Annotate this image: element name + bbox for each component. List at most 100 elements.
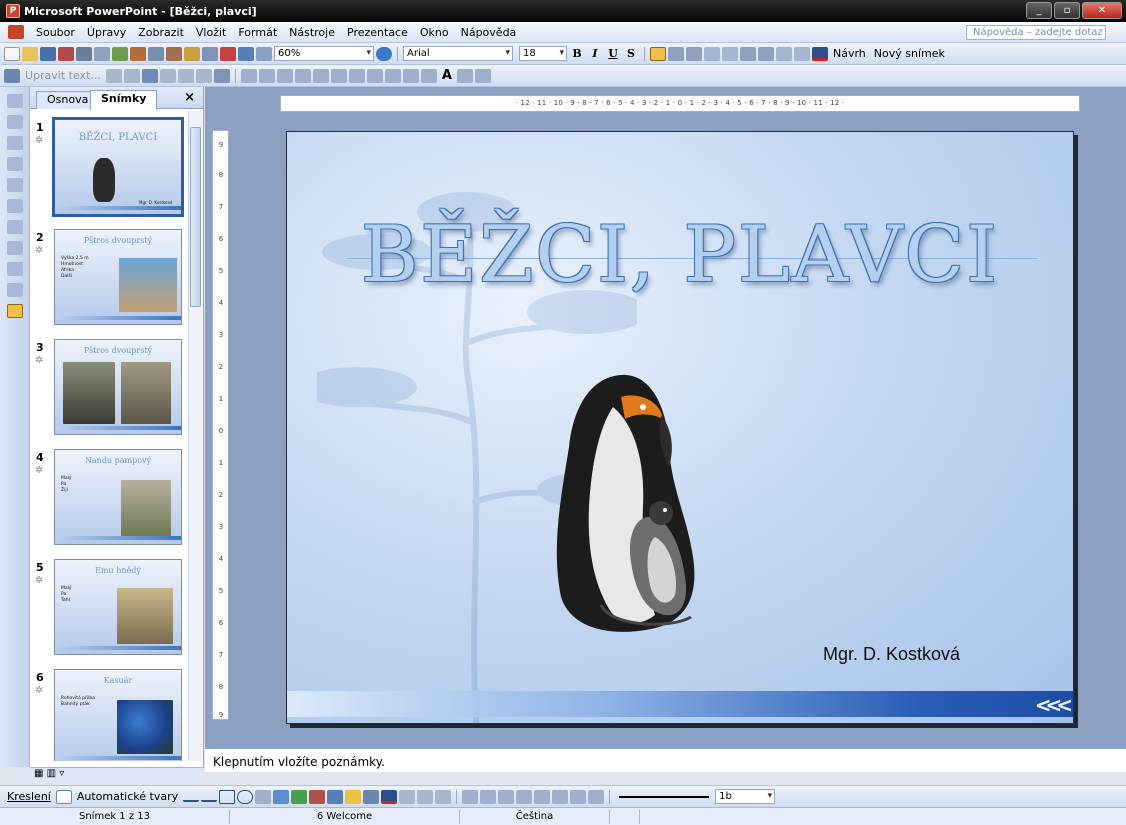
- select-objects-icon[interactable]: [55, 789, 72, 804]
- button-control-icon[interactable]: [312, 68, 329, 83]
- show-formatting-icon[interactable]: [6, 304, 23, 318]
- edit-text-button[interactable]: Upravit text...: [22, 69, 104, 82]
- menu-upravy[interactable]: Úpravy: [81, 26, 132, 39]
- spacing-icon[interactable]: [177, 68, 194, 83]
- rotate-icon[interactable]: [534, 789, 551, 804]
- slide-thumb-5[interactable]: 5 ✲ Emu hnědý Malý Pa Tahl: [30, 559, 188, 664]
- scrollbar-thumb[interactable]: [190, 127, 201, 307]
- decrease-font-icon[interactable]: [758, 46, 774, 61]
- help-icon[interactable]: [376, 46, 392, 61]
- comment-icon[interactable]: [105, 68, 122, 83]
- spelling-icon[interactable]: [112, 46, 128, 61]
- compress-icon[interactable]: [552, 789, 569, 804]
- thumbnail[interactable]: BĚŽCI, PLAVCI Mgr. D. Kostková: [52, 117, 184, 217]
- tool-icon[interactable]: [6, 241, 23, 255]
- combo-icon[interactable]: [366, 68, 383, 83]
- thumbnail[interactable]: Nandu pampový Malý Pa Žijí: [54, 449, 182, 545]
- list-icon[interactable]: [348, 68, 365, 83]
- slide-canvas[interactable]: BĚŽCI, PLAVCI Mgr. D. Kostková <<<: [286, 131, 1074, 724]
- tool-icon[interactable]: [6, 283, 23, 297]
- picture-icon[interactable]: [327, 789, 344, 804]
- paste-icon[interactable]: [166, 46, 182, 61]
- font-color-icon[interactable]: [812, 46, 828, 61]
- tool-icon[interactable]: [6, 178, 23, 192]
- align-left-icon[interactable]: [650, 46, 666, 61]
- zoom-combo[interactable]: 60%: [274, 46, 374, 61]
- dash-style-icon[interactable]: [417, 789, 434, 804]
- line-icon[interactable]: [183, 792, 200, 802]
- text-style-icon[interactable]: [141, 68, 158, 83]
- clipart-icon[interactable]: [309, 789, 326, 804]
- decrease-indent-icon[interactable]: [776, 46, 792, 61]
- thumbnail[interactable]: Kasuár Rohovitá přilba Bahnitý pták: [54, 669, 182, 761]
- design-button[interactable]: Návrh: [830, 47, 869, 60]
- panel-scrollbar[interactable]: [188, 111, 202, 761]
- tool-icon[interactable]: [6, 262, 23, 276]
- tool-icon[interactable]: [6, 94, 23, 108]
- menu-vlozit[interactable]: Vložit: [190, 26, 232, 39]
- tool-icon[interactable]: [6, 199, 23, 213]
- cut-icon[interactable]: [148, 46, 164, 61]
- reset-picture-icon[interactable]: [588, 789, 605, 804]
- bullets-icon[interactable]: [722, 46, 738, 61]
- thumbnail[interactable]: Emu hnědý Malý Pa Tahl: [54, 559, 182, 655]
- thumbnail[interactable]: Pštros dvouprstý Výška 2,5 m Hmotnost Af…: [54, 229, 182, 325]
- checkbox-icon[interactable]: [276, 68, 293, 83]
- chart-icon[interactable]: [220, 46, 236, 61]
- grid-icon[interactable]: [256, 46, 272, 61]
- font-color-icon[interactable]: [381, 789, 398, 804]
- kerning-icon[interactable]: [213, 68, 230, 83]
- line-color-icon[interactable]: [363, 789, 380, 804]
- font-combo[interactable]: Arial: [403, 46, 513, 61]
- textbox-icon[interactable]: [255, 789, 272, 804]
- font-size-combo[interactable]: 18: [519, 46, 567, 61]
- italic-button[interactable]: I: [587, 47, 603, 60]
- thumbnail[interactable]: Pštros dvouprstý: [54, 339, 182, 435]
- tool-icon[interactable]: [6, 136, 23, 150]
- more-controls-icon[interactable]: [474, 68, 491, 83]
- help-search-input[interactable]: Nápověda – zadejte dotaz: [966, 25, 1106, 40]
- slide-thumb-4[interactable]: 4 ✲ Nandu pampový Malý Pa Žijí: [30, 449, 188, 554]
- pointer-icon[interactable]: [240, 68, 257, 83]
- new-icon[interactable]: [4, 46, 20, 61]
- table-icon[interactable]: [238, 46, 254, 61]
- crop-icon[interactable]: [516, 789, 533, 804]
- menu-okno[interactable]: Okno: [414, 26, 455, 39]
- author-text[interactable]: Mgr. D. Kostková: [823, 644, 960, 665]
- open-icon[interactable]: [22, 46, 38, 61]
- oval-icon[interactable]: [237, 789, 254, 804]
- image-icon[interactable]: [456, 68, 473, 83]
- minimize-button[interactable]: _: [1026, 2, 1052, 19]
- tab-snimky[interactable]: Snímky: [90, 90, 158, 110]
- align-right-icon[interactable]: [686, 46, 702, 61]
- save-icon[interactable]: [40, 46, 56, 61]
- powerpoint-app-icon[interactable]: P: [6, 4, 20, 18]
- menu-zobrazit[interactable]: Zobrazit: [132, 26, 190, 39]
- slide-thumb-6[interactable]: 6 ✲ Kasuár Rohovitá přilba Bahnitý pták: [30, 669, 188, 761]
- picture-tool-icon[interactable]: [462, 789, 479, 804]
- numbering-icon[interactable]: [704, 46, 720, 61]
- line-weight-preview[interactable]: [619, 795, 710, 798]
- menu-prezentace[interactable]: Prezentace: [341, 26, 414, 39]
- shadow-button[interactable]: S: [623, 47, 639, 60]
- menu-format[interactable]: Formát: [232, 26, 283, 39]
- slideshow-icon[interactable]: ▿: [59, 768, 64, 779]
- scroll-icon[interactable]: [420, 68, 437, 83]
- format-painter-icon[interactable]: [184, 46, 200, 61]
- maximize-button[interactable]: ▫: [1054, 2, 1080, 19]
- permission-icon[interactable]: [58, 46, 74, 61]
- frame-icon[interactable]: [258, 68, 275, 83]
- wordart-icon[interactable]: [273, 789, 290, 804]
- document-icon[interactable]: [8, 25, 24, 39]
- notes-pane[interactable]: Klepnutím vložíte poznámky.: [205, 747, 1126, 772]
- spin-icon[interactable]: [402, 68, 419, 83]
- close-icon[interactable]: ×: [184, 90, 195, 105]
- new-slide-button[interactable]: Nový snímek: [871, 47, 948, 60]
- tool-icon[interactable]: [6, 157, 23, 171]
- slide-thumb-1[interactable]: 1 ✲ BĚŽCI, PLAVCI Mgr. D. Kostková: [30, 117, 188, 224]
- contrast-icon[interactable]: [480, 789, 497, 804]
- font-size-small-combo[interactable]: 1b: [715, 789, 776, 804]
- menu-napoveda[interactable]: Nápověda: [455, 26, 523, 39]
- undo-icon[interactable]: [202, 46, 218, 61]
- tool-icon[interactable]: [6, 220, 23, 234]
